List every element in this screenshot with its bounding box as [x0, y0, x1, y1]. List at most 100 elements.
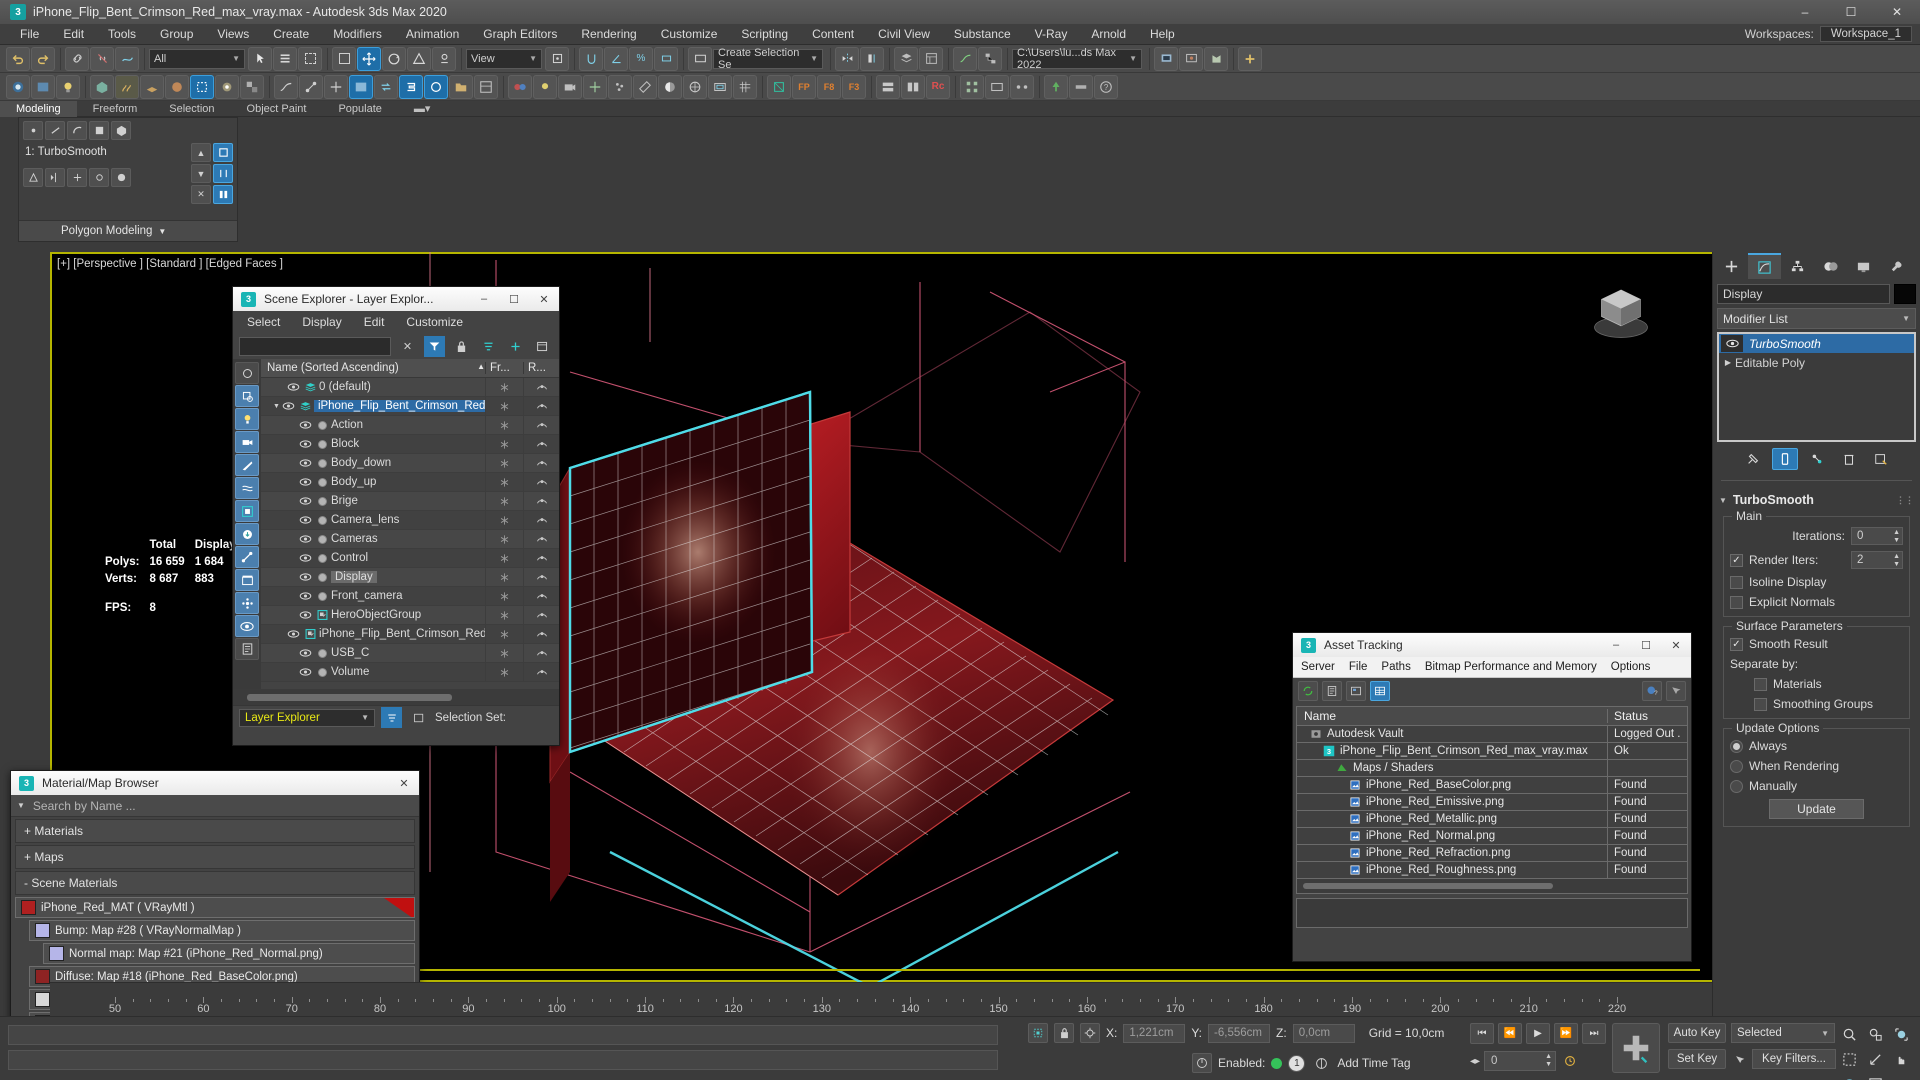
go-to-end-icon[interactable]: ⏭: [1582, 1023, 1606, 1044]
snap-toggle-icon[interactable]: [579, 46, 603, 71]
add-time-tag-icon[interactable]: [1311, 1053, 1331, 1073]
scene-explorer-row-block[interactable]: Block: [261, 434, 559, 454]
project-manager-icon[interactable]: [449, 74, 473, 99]
menu-item-arnold[interactable]: Arnold: [1079, 24, 1138, 45]
scene-explorer-list[interactable]: Name (Sorted Ascending) ▲ Fr... R... 0 (…: [261, 359, 559, 689]
select-and-scale-icon[interactable]: [407, 46, 431, 71]
scene-explorer-row-camera-lens[interactable]: Camera_lens: [261, 510, 559, 530]
measure-icon[interactable]: [633, 74, 657, 99]
vray-clipper-icon[interactable]: [190, 74, 214, 99]
rollout-title-row[interactable]: ▼ TurboSmooth ⋮⋮: [1717, 489, 1916, 511]
spinner-snap-icon[interactable]: [654, 46, 678, 71]
menu-item-views[interactable]: Views: [205, 24, 261, 45]
viewport-label[interactable]: [+] [Perspective ] [Standard ] [Edged Fa…: [57, 258, 283, 270]
menu-item-rendering[interactable]: Rendering: [569, 24, 648, 45]
spline-icon[interactable]: [274, 74, 298, 99]
menu-item-file[interactable]: File: [8, 24, 51, 45]
vray-proxy-icon[interactable]: [90, 74, 114, 99]
scene-explorer-row-cameras[interactable]: Cameras: [261, 529, 559, 549]
window-crossing-icon[interactable]: [332, 46, 356, 71]
snapshot-icon[interactable]: [985, 74, 1009, 99]
expand-arrow-icon[interactable]: ▶: [1721, 358, 1735, 367]
scene-explorer-row-usb-c[interactable]: USB_C: [261, 643, 559, 663]
ribbon-overflow-icon[interactable]: ▬▾: [398, 101, 447, 117]
menu-item-scripting[interactable]: Scripting: [729, 24, 800, 45]
paint-deform-button[interactable]: [89, 168, 109, 187]
next-frame-icon[interactable]: ⏩: [1554, 1023, 1578, 1044]
asset-row-8[interactable]: iPhone_Red_Roughness.png Found: [1297, 861, 1687, 879]
vertex-subobject-button[interactable]: [23, 121, 43, 140]
particle-icon[interactable]: [608, 74, 632, 99]
array-icon[interactable]: [960, 74, 984, 99]
at-menu-options[interactable]: Options: [1611, 661, 1651, 673]
asset-row-0[interactable]: Autodesk Vault Logged Out .: [1297, 725, 1687, 743]
generate-topology-button[interactable]: [23, 168, 43, 187]
set-keys-button[interactable]: [1612, 1023, 1660, 1073]
scene-explorer-row-0-default-[interactable]: 0 (default): [261, 377, 559, 397]
mmb-section-maps[interactable]: + Maps: [15, 845, 415, 869]
modifier-list-dropdown[interactable]: Modifier List ▼: [1717, 308, 1916, 329]
asset-row-6[interactable]: iPhone_Red_Normal.png Found: [1297, 827, 1687, 845]
vray-render-icon[interactable]: [6, 74, 30, 99]
render-cell[interactable]: [523, 548, 559, 568]
max-script-fp-icon[interactable]: FP: [792, 74, 816, 99]
safe-frames-icon[interactable]: [708, 74, 732, 99]
key-mode-combo[interactable]: Selected ▼: [1731, 1023, 1835, 1043]
unwrap-uvw-icon[interactable]: [767, 74, 791, 99]
modifier-stack-item-editable-poly[interactable]: ▶ Editable Poly: [1719, 353, 1914, 372]
asset-row-1[interactable]: 3 iPhone_Flip_Bent_Crimson_Red_max_vray.m…: [1297, 742, 1687, 760]
sort-icon[interactable]: [478, 336, 499, 357]
frozen-cell[interactable]: [485, 605, 523, 625]
frozen-cell[interactable]: [485, 453, 523, 473]
menu-item-group[interactable]: Group: [148, 24, 205, 45]
stack-config-button[interactable]: [213, 185, 233, 204]
percent-snap-icon[interactable]: %: [629, 46, 653, 71]
filter-containers-icon[interactable]: [235, 569, 259, 591]
render-cell[interactable]: [523, 586, 559, 606]
help-icon[interactable]: ?: [1094, 74, 1118, 99]
render-cell[interactable]: [523, 415, 559, 435]
field-of-view-icon[interactable]: [1864, 1048, 1887, 1070]
spinner-arrows-icon[interactable]: ▲ ▼: [1893, 553, 1900, 569]
frozen-cell[interactable]: [485, 586, 523, 606]
max-script-f8-icon[interactable]: F8: [817, 74, 841, 99]
update-when-rendering-row[interactable]: When Rendering: [1730, 759, 1903, 773]
frozen-cell[interactable]: [485, 415, 523, 435]
menu-item-vray[interactable]: V-Ray: [1023, 24, 1080, 45]
frozen-cell[interactable]: [485, 567, 523, 587]
select-by-name-icon[interactable]: [273, 46, 297, 71]
subdivide-button[interactable]: [67, 168, 87, 187]
select-and-move-icon[interactable]: [357, 46, 381, 71]
helper-icon[interactable]: [583, 74, 607, 99]
menu-item-customize[interactable]: Customize: [649, 24, 730, 45]
asset-browser-icon[interactable]: [474, 74, 498, 99]
time-configuration-icon[interactable]: [1560, 1051, 1580, 1071]
mmb-close[interactable]: ✕: [389, 771, 419, 795]
border-subobject-button[interactable]: [67, 121, 87, 140]
select-and-rotate-icon[interactable]: [382, 46, 406, 71]
stack-delete-button[interactable]: ✕: [191, 185, 211, 204]
update-button[interactable]: Update: [1769, 799, 1864, 819]
render-iters-checkbox[interactable]: ✓: [1730, 553, 1743, 567]
scene-explorer-close[interactable]: ✕: [529, 287, 559, 311]
y-field[interactable]: -6,556cm: [1208, 1023, 1271, 1043]
menu-item-animation[interactable]: Animation: [394, 24, 471, 45]
explorer-name-combo[interactable]: Layer Explorer ▼: [239, 708, 375, 727]
se-menu-edit[interactable]: Edit: [364, 315, 385, 329]
spacing-tool-icon[interactable]: [1010, 74, 1034, 99]
frozen-cell[interactable]: [485, 434, 523, 454]
filter-geometry-icon[interactable]: [235, 385, 259, 407]
undo-icon[interactable]: [6, 46, 30, 71]
ribbon-tab-modeling[interactable]: Modeling: [0, 100, 77, 117]
at-grid-view-icon[interactable]: [1370, 681, 1390, 701]
vray-instancer-icon[interactable]: [240, 74, 264, 99]
menu-item-help[interactable]: Help: [1138, 24, 1187, 45]
at-hscroll[interactable]: [1297, 879, 1687, 893]
mmb-search-row[interactable]: ▼ Search by Name ...: [11, 795, 419, 817]
render-cell[interactable]: [523, 567, 559, 587]
scene-explorer-row-volume[interactable]: Volume: [261, 662, 559, 682]
scene-explorer-row-control[interactable]: Control: [261, 548, 559, 568]
tab-utilities[interactable]: [1880, 253, 1913, 279]
update-when-rendering-radio[interactable]: [1730, 759, 1743, 773]
at-menu-file[interactable]: File: [1349, 661, 1368, 673]
